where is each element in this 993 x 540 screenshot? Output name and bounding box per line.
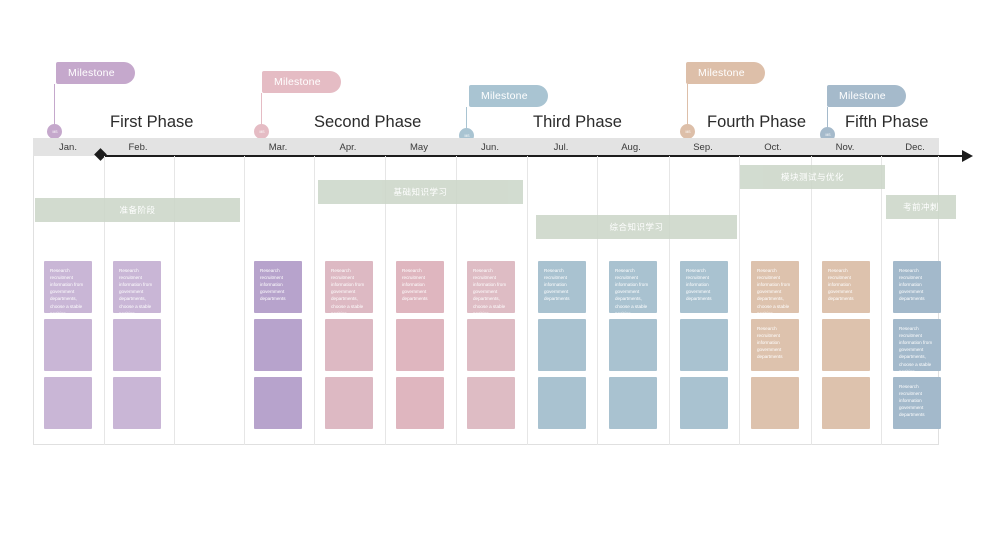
task-card[interactable]: Research recruitment information governm… — [254, 261, 302, 313]
task-card[interactable] — [467, 377, 515, 429]
task-card[interactable]: Research recruitment information from go… — [609, 261, 657, 313]
milestone-dot-label: MS — [51, 128, 58, 134]
gridline — [881, 156, 882, 445]
milestone-dot-1[interactable]: MS — [47, 124, 62, 139]
task-card[interactable] — [113, 377, 161, 429]
phase-bar-2[interactable]: 基础知识学习 — [318, 180, 523, 204]
phase-title-5: Fifth Phase — [845, 113, 929, 131]
task-card[interactable]: Research recruitment information governm… — [396, 261, 444, 313]
gridline — [597, 156, 598, 445]
task-card[interactable]: Research recruitment information governm… — [893, 261, 941, 313]
task-card[interactable] — [751, 377, 799, 429]
month-label-jul: Jul. — [553, 141, 569, 153]
task-card[interactable] — [822, 377, 870, 429]
task-card[interactable]: Research recruitment information governm… — [822, 261, 870, 313]
milestone-flag-5[interactable]: Milestone — [827, 85, 906, 107]
task-card[interactable] — [325, 377, 373, 429]
task-card[interactable] — [822, 319, 870, 371]
gridline — [314, 156, 315, 445]
task-card[interactable]: Research recruitment information governm… — [680, 261, 728, 313]
milestone-flag-2[interactable]: Milestone — [262, 71, 341, 93]
milestone-dot-label: MS — [258, 128, 265, 134]
task-card[interactable] — [44, 377, 92, 429]
milestone-flag-3[interactable]: Milestone — [469, 85, 548, 107]
milestone-dot-label: MS — [463, 132, 470, 138]
gridline — [669, 156, 670, 445]
task-card[interactable] — [254, 319, 302, 371]
milestone-dot-2[interactable]: MS — [254, 124, 269, 139]
task-card[interactable] — [44, 319, 92, 371]
milestone-flag-1[interactable]: Milestone — [56, 62, 135, 84]
task-card[interactable] — [609, 319, 657, 371]
month-label-sep: Sep. — [693, 141, 713, 153]
task-card[interactable] — [609, 377, 657, 429]
task-card[interactable] — [325, 319, 373, 371]
milestone-dot-4[interactable]: MS — [680, 124, 695, 139]
gridline — [739, 156, 740, 445]
gridline — [527, 156, 528, 445]
task-card[interactable]: Research recruitment information from go… — [325, 261, 373, 313]
task-card[interactable] — [254, 377, 302, 429]
task-card[interactable] — [680, 319, 728, 371]
month-label-mar: Mar. — [268, 141, 288, 153]
task-card[interactable]: Research recruitment information from go… — [113, 261, 161, 313]
task-card[interactable]: Research recruitment information governm… — [538, 261, 586, 313]
milestone-flag-4[interactable]: Milestone — [686, 62, 765, 84]
month-header-band: Jan. Feb. Mar. Apr. May Jun. Jul. Aug. Sep. Oct. N… — [33, 138, 939, 156]
phase-title-2: Second Phase — [314, 113, 422, 131]
axis-arrow-icon — [962, 150, 973, 162]
task-card[interactable]: Research recruitment information from go… — [751, 261, 799, 313]
task-card[interactable]: Research recruitment information from go… — [893, 319, 941, 371]
task-card[interactable]: Research recruitment information governm… — [751, 319, 799, 371]
task-card[interactable] — [538, 319, 586, 371]
month-label-nov: Nov. — [835, 141, 855, 153]
task-card[interactable] — [113, 319, 161, 371]
task-card[interactable] — [680, 377, 728, 429]
month-label-aug: Aug. — [621, 141, 641, 153]
gridline — [811, 156, 812, 445]
month-label-jan: Jan. — [59, 141, 77, 153]
month-label-may: May — [410, 141, 428, 153]
phase-bar-1[interactable]: 准备阶段 — [35, 198, 240, 222]
phase-bar-5[interactable]: 考前冲刺 — [886, 195, 956, 219]
task-card[interactable] — [467, 319, 515, 371]
task-card[interactable] — [396, 377, 444, 429]
month-label-oct: Oct. — [764, 141, 782, 153]
timeline-canvas: Milestone MS Milestone MS Milestone MS Milesto… — [0, 0, 993, 540]
phase-title-1: First Phase — [110, 113, 194, 131]
phase-title-4: Fourth Phase — [707, 113, 807, 131]
task-card[interactable] — [396, 319, 444, 371]
task-card[interactable]: Research recruitment information from go… — [467, 261, 515, 313]
task-card[interactable]: Research recruitment information from go… — [44, 261, 92, 313]
phase-bar-3[interactable]: 综合知识学习 — [536, 215, 737, 239]
phase-title-3: Third Phase — [533, 113, 622, 131]
month-label-dec: Dec. — [905, 141, 925, 153]
milestone-dot-label: MS — [684, 128, 691, 134]
task-card[interactable] — [538, 377, 586, 429]
task-card[interactable]: Research recruitment information governm… — [893, 377, 941, 429]
month-label-jun: Jun. — [481, 141, 499, 153]
month-label-feb: Feb. — [128, 141, 148, 153]
gridline — [244, 156, 245, 445]
phase-bar-4[interactable]: 模块测试与优化 — [740, 165, 885, 189]
month-label-apr: Apr. — [339, 141, 357, 153]
milestone-dot-label: MS — [824, 131, 831, 137]
